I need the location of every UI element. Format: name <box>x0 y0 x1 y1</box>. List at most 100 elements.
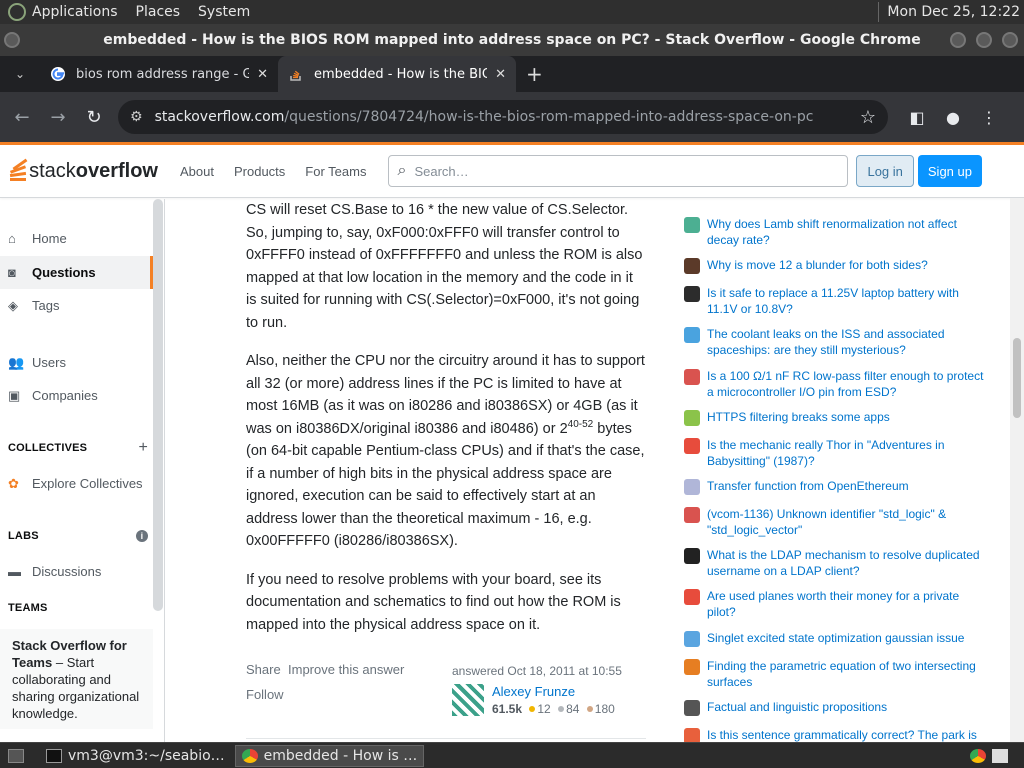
hnq-title[interactable]: HTTPS filtering breaks some apps <box>707 410 890 426</box>
hnq-title[interactable]: Transfer function from OpenEthereum <box>707 479 909 495</box>
hnq-item[interactable]: Is a 100 Ω/1 nF RC low-pass filter enoug… <box>684 369 984 400</box>
sidebar-item-label: Users <box>32 355 66 370</box>
profile-icon[interactable]: ● <box>940 108 966 127</box>
hnq-title[interactable]: Are used planes worth their money for a … <box>707 589 984 620</box>
login-button[interactable]: Log in <box>856 155 914 187</box>
hnq-title[interactable]: Why does Lamb shift renormalization not … <box>707 217 984 248</box>
workspace-icon <box>992 748 1008 763</box>
site-icon <box>684 659 700 675</box>
scrollbar-thumb[interactable] <box>1013 338 1021 418</box>
hnq-item[interactable]: Transfer function from OpenEthereum <box>684 479 984 495</box>
sidebar-item-explore-collectives[interactable]: ✿ Explore Collectives <box>0 467 153 500</box>
system-menu[interactable]: System <box>198 4 250 20</box>
new-tab-button[interactable]: + <box>526 62 543 86</box>
hnq-item[interactable]: The coolant leaks on the ISS and associa… <box>684 327 984 358</box>
sidebar-item-discussions[interactable]: ▬ Discussions <box>0 555 153 588</box>
hnq-title[interactable]: Finding the parametric equation of two i… <box>707 659 984 690</box>
minimize-icon[interactable] <box>950 32 966 48</box>
hnq-title[interactable]: What is the LDAP mechanism to resolve du… <box>707 548 984 579</box>
site-search-input[interactable]: ⌕ Search… <box>388 155 849 187</box>
hnq-item[interactable]: (vcom-1136) Unknown identifier "std_logi… <box>684 507 984 538</box>
hnq-item[interactable]: Singlet excited state optimization gauss… <box>684 631 984 647</box>
site-icon <box>684 728 700 742</box>
hnq-title[interactable]: Singlet excited state optimization gauss… <box>707 631 964 647</box>
tab-close-icon[interactable]: ✕ <box>257 67 268 82</box>
page-scrollbar[interactable] <box>1010 198 1024 742</box>
hnq-title[interactable]: Factual and linguistic propositions <box>707 700 887 716</box>
task-label: vm3@vm3:~/seabio… <box>68 747 225 764</box>
hnq-item[interactable]: What is the LDAP mechanism to resolve du… <box>684 548 984 579</box>
hnq-item[interactable]: Why does Lamb shift renormalization not … <box>684 217 984 248</box>
sidebar-item-tags[interactable]: ◈ Tags <box>0 289 153 322</box>
tab-google-search[interactable]: bios rom address range - Goo ✕ <box>40 56 278 92</box>
sidebar-item-label: Explore Collectives <box>32 476 143 491</box>
tab-search-icon[interactable]: ⌄ <box>6 60 34 88</box>
address-bar[interactable]: ⚙ stackoverflow.com/questions/7804724/ho… <box>118 100 888 134</box>
hnq-item[interactable]: Is this sentence grammatically correct? … <box>684 728 984 742</box>
taskbar-terminal[interactable]: vm3@vm3:~/seabio… <box>40 745 231 767</box>
sidebar-item-label: Home <box>32 231 67 246</box>
nav-about[interactable]: About <box>170 164 224 179</box>
applications-menu[interactable]: Applications <box>32 4 118 20</box>
site-icon <box>684 369 700 385</box>
hnq-item[interactable]: Are used planes worth their money for a … <box>684 589 984 620</box>
window-title: embedded - How is the BIOS ROM mapped in… <box>103 32 921 48</box>
taskbar-chrome[interactable]: embedded - How is … <box>234 744 425 767</box>
add-collective-icon[interactable]: + <box>138 439 148 457</box>
site-icon <box>684 589 700 605</box>
sidebar-item-home[interactable]: ⌂ Home <box>0 222 153 255</box>
sidebar-item-companies[interactable]: ▣ Companies <box>0 379 153 412</box>
sidebar-item-questions[interactable]: ◙ Questions <box>0 256 153 289</box>
distro-logo-icon[interactable] <box>8 3 26 21</box>
signup-button[interactable]: Sign up <box>917 155 982 187</box>
hnq-item[interactable]: Factual and linguistic propositions <box>684 700 984 716</box>
bookmark-star-icon[interactable]: ☆ <box>860 107 876 128</box>
avatar[interactable] <box>452 684 484 716</box>
tab-strip: ⌄ bios rom address range - Goo ✕ embedde… <box>0 56 1024 92</box>
side-panel-icon[interactable]: ◧ <box>904 108 930 127</box>
hnq-title[interactable]: The coolant leaks on the ISS and associa… <box>707 327 984 358</box>
tab-stackoverflow[interactable]: embedded - How is the BIOS ✕ <box>278 56 516 92</box>
sidebar-scrollbar[interactable] <box>153 199 163 611</box>
reload-icon[interactable]: ↻ <box>76 99 112 135</box>
search-icon: ⌕ <box>397 162 407 179</box>
sidebar-item-users[interactable]: 👥 Users <box>0 346 153 379</box>
info-icon[interactable]: i <box>136 530 148 542</box>
maximize-icon[interactable] <box>976 32 992 48</box>
improve-answer-link[interactable]: Improve this answer <box>288 662 404 677</box>
follow-link[interactable]: Follow <box>246 687 284 702</box>
hnq-item[interactable]: Is it safe to replace a 11.25V laptop ba… <box>684 286 984 317</box>
nav-for-teams[interactable]: For Teams <box>295 164 376 179</box>
hnq-title[interactable]: Why is move 12 a blunder for both sides? <box>707 258 928 274</box>
clock[interactable]: Mon Dec 25, 12:22 <box>887 4 1020 20</box>
show-desktop-icon[interactable] <box>2 745 36 767</box>
site-info-icon[interactable]: ⚙ <box>130 109 143 125</box>
panel-divider <box>878 2 880 22</box>
chrome-menu-icon[interactable]: ⋮ <box>976 108 1002 127</box>
forward-icon[interactable]: → <box>40 99 76 135</box>
site-icon <box>684 217 700 233</box>
hnq-item[interactable]: Why is move 12 a blunder for both sides? <box>684 258 984 274</box>
hnq-item[interactable]: Finding the parametric equation of two i… <box>684 659 984 690</box>
hnq-title[interactable]: (vcom-1136) Unknown identifier "std_logi… <box>707 507 984 538</box>
share-link[interactable]: Share <box>246 662 281 677</box>
so-logo-text-bold: overflow <box>75 159 158 182</box>
close-window-icon[interactable] <box>1002 32 1018 48</box>
hnq-item[interactable]: Is the mechanic really Thor in "Adventur… <box>684 438 984 469</box>
tab-title: embedded - How is the BIOS <box>314 66 488 82</box>
tab-close-icon[interactable]: ✕ <box>495 67 506 82</box>
back-icon[interactable]: ← <box>4 99 40 135</box>
hnq-title[interactable]: Is the mechanic really Thor in "Adventur… <box>707 438 984 469</box>
so-logo[interactable]: stackoverflow <box>8 156 158 186</box>
user-name-link[interactable]: Alexey Frunze <box>492 684 575 699</box>
answer-paragraph: Also, neither the CPU nor the circuitry … <box>246 350 646 553</box>
hnq-title[interactable]: Is a 100 Ω/1 nF RC low-pass filter enoug… <box>707 369 984 400</box>
tag-icon: ◈ <box>8 297 18 313</box>
workspace-switcher[interactable] <box>964 745 1020 767</box>
places-menu[interactable]: Places <box>136 4 181 20</box>
hnq-title[interactable]: Is it safe to replace a 11.25V laptop ba… <box>707 286 984 317</box>
window-menu-icon[interactable] <box>4 32 20 48</box>
hnq-item[interactable]: HTTPS filtering breaks some apps <box>684 410 984 426</box>
nav-products[interactable]: Products <box>224 164 295 179</box>
hnq-title[interactable]: Is this sentence grammatically correct? … <box>707 728 977 742</box>
